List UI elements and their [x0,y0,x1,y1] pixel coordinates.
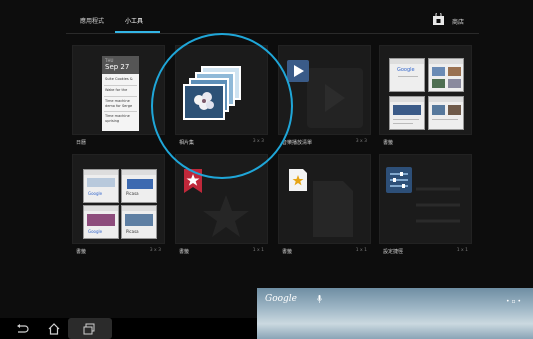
thumb-image [432,105,445,115]
widget-label: 日曆 [76,140,87,146]
thumb-image [448,105,461,115]
thumb-bar [84,170,118,175]
settings-sliders-icon [386,167,460,223]
bookmark-title: Google [397,67,415,73]
page-indicator: • ▫ • [506,298,521,305]
bookmark-thumb: Picasa [121,169,157,203]
thumb-bar [390,59,424,64]
widget-size: 1 x 1 [456,248,468,253]
bookmark-thumb [428,58,464,92]
play-icon [287,60,363,128]
bookmark-thumb [428,96,464,130]
back-icon[interactable] [15,322,29,336]
thumb-text [393,123,413,124]
calendar-event: uprising [105,119,120,123]
calendar-event: Time machine [105,114,130,118]
bookmark-title: Picasa [126,229,139,234]
widget-size: 3 x 3 [355,139,367,144]
bookmark-page-icon [289,169,353,237]
thumb-bar [84,206,118,211]
thumb-text [398,76,418,77]
widget-label: 設定捷徑 [383,249,404,255]
widget-preview [379,154,472,244]
thumb-image [87,214,115,226]
store-link[interactable]: 商店 [452,17,464,26]
divider [104,96,137,97]
thumb-bar [122,206,156,211]
bookmark-thumb: Google [83,205,119,239]
widget-size: 3 x 3 [149,248,161,253]
widget-preview: Google [379,45,472,135]
divider [104,111,137,112]
bookmark-title: Google [88,229,103,234]
widget-size: 1 x 1 [252,248,264,253]
thumb-bar [429,59,463,64]
google-search-logo[interactable]: Google [265,294,297,304]
widget-preview: Google Picasa Google Picasa [72,154,165,244]
widget-preview: THU Sep 27 Suite Cookies & Wake for the … [72,45,165,135]
bookmark-star-icon [184,169,249,237]
thumb-image [127,179,153,189]
widget-bookmark-page[interactable]: 書籤 1 x 1 [278,154,371,259]
thumb-text [432,119,458,120]
calendar-event: Wake for the [105,88,128,92]
calendar-preview: THU Sep 27 Suite Cookies & Wake for the … [102,56,139,131]
thumb-image [448,79,461,88]
store-bag-icon[interactable] [433,13,444,25]
mic-icon[interactable] [317,295,322,303]
bookmark-title: Picasa [126,191,139,196]
thumb-image [432,67,445,76]
tab-widgets[interactable]: 小工具 [125,16,143,25]
widget-label: 書籤 [179,249,190,255]
thumb-image [125,214,153,226]
calendar-date: Sep 27 [105,63,130,71]
bookmark-thumb [389,96,425,130]
calendar-event: demo for Serge [105,104,133,108]
widget-label: 音樂播放清單 [282,140,313,146]
thumb-bar [390,97,424,102]
thumb-image [393,105,421,115]
tab-bar: 應用程式 小工具 商店 [0,0,533,38]
bookmark-thumb: Picasa [121,205,157,239]
recent-apps-icon[interactable] [82,322,96,336]
thumb-image [432,79,445,88]
widget-settings-shortcut[interactable]: 設定捷徑 1 x 1 [379,154,472,259]
widgets-screen: 應用程式 小工具 商店 THU Sep 27 Suite Cookies & W… [0,0,533,339]
thumb-image [448,67,461,76]
widget-bookmarks-grid[interactable]: Google Picasa Google Picasa 書籤 3 x 3 [72,154,165,259]
calendar-event: Suite Cookies & [105,77,133,81]
widget-label: 書籤 [383,140,394,146]
bookmark-thumb: Google [83,169,119,203]
calendar-event: Time machine [105,99,130,103]
widget-size: 1 x 1 [355,248,367,253]
tab-divider [66,33,479,34]
widget-label: 書籤 [282,249,293,255]
highlight-circle [151,33,293,179]
bookmark-title: Google [88,191,103,196]
bookmark-thumb: Google [389,58,425,92]
home-icon[interactable] [47,322,61,336]
calendar-header: THU Sep 27 [102,56,139,74]
tab-apps[interactable]: 應用程式 [80,16,104,25]
thumb-image [87,178,115,187]
thumb-bar [122,170,156,175]
widget-preview [278,154,371,244]
thumb-text [393,119,419,120]
widget-preview [278,45,371,135]
divider [104,85,137,86]
thumb-bar [429,97,463,102]
home-wallpaper-preview: Google • ▫ • [257,288,533,339]
widget-bookmarks-large[interactable]: Google 書籤 [379,45,472,150]
widget-label: 書籤 [76,249,87,255]
